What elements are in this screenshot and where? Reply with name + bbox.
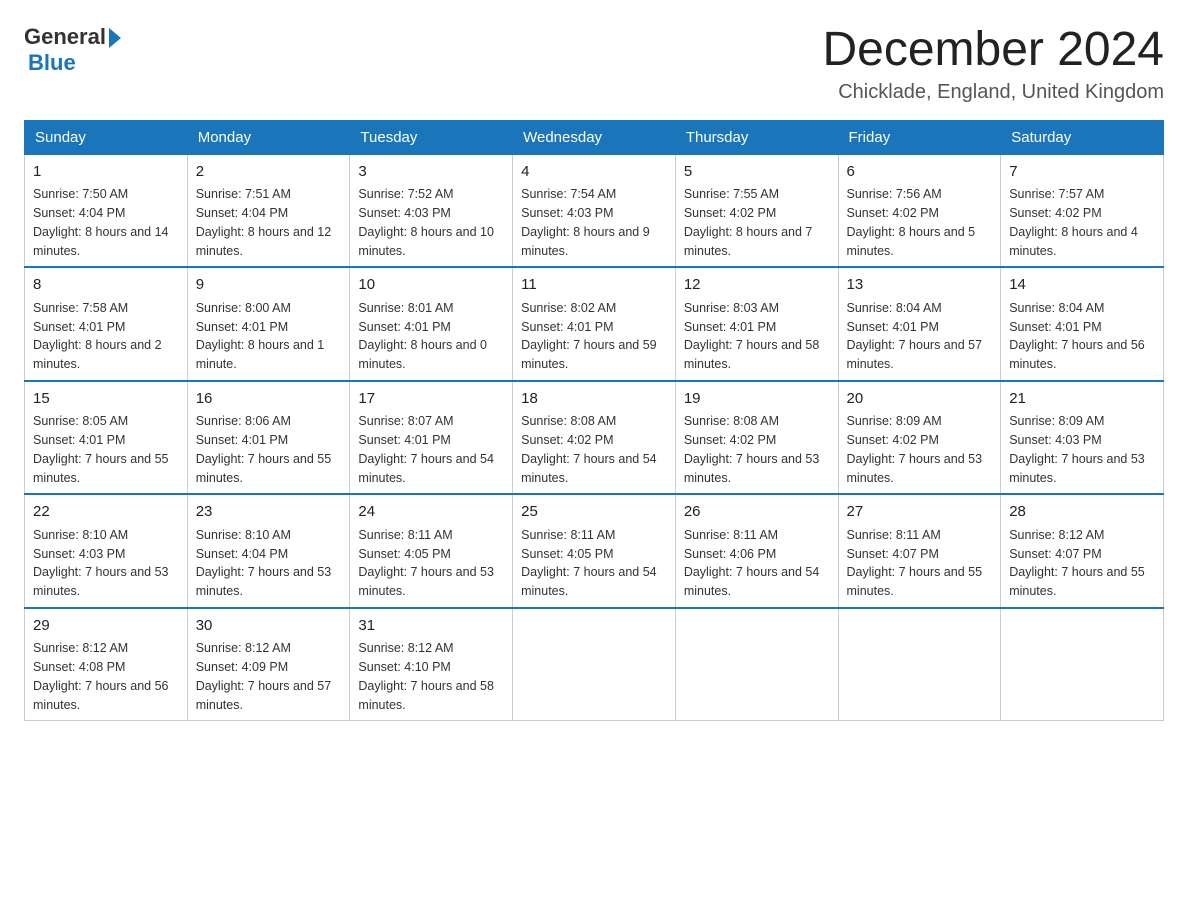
day-number: 7 <box>1009 161 1155 184</box>
table-row: 17Sunrise: 8:07 AMSunset: 4:01 PMDayligh… <box>350 381 513 495</box>
table-row: 28Sunrise: 8:12 AMSunset: 4:07 PMDayligh… <box>1001 494 1164 608</box>
logo-blue-text: Blue <box>28 50 76 76</box>
table-row: 3Sunrise: 7:52 AMSunset: 4:03 PMDaylight… <box>350 154 513 267</box>
col-thursday: Thursday <box>675 120 838 154</box>
day-number: 14 <box>1009 274 1155 297</box>
page-header: General Blue December 2024 Chicklade, En… <box>24 24 1164 104</box>
day-number: 25 <box>521 501 667 524</box>
day-number: 11 <box>521 274 667 297</box>
table-row: 1Sunrise: 7:50 AMSunset: 4:04 PMDaylight… <box>25 154 188 267</box>
day-number: 13 <box>847 274 993 297</box>
col-wednesday: Wednesday <box>513 120 676 154</box>
logo-arrow-icon <box>109 28 121 48</box>
day-number: 16 <box>196 388 342 411</box>
table-row: 30Sunrise: 8:12 AMSunset: 4:09 PMDayligh… <box>187 608 350 721</box>
table-row: 8Sunrise: 7:58 AMSunset: 4:01 PMDaylight… <box>25 267 188 381</box>
calendar-week-row: 15Sunrise: 8:05 AMSunset: 4:01 PMDayligh… <box>25 381 1164 495</box>
day-number: 31 <box>358 615 504 638</box>
table-row: 23Sunrise: 8:10 AMSunset: 4:04 PMDayligh… <box>187 494 350 608</box>
table-row <box>838 608 1001 721</box>
calendar-week-row: 1Sunrise: 7:50 AMSunset: 4:04 PMDaylight… <box>25 154 1164 267</box>
table-row: 9Sunrise: 8:00 AMSunset: 4:01 PMDaylight… <box>187 267 350 381</box>
day-number: 1 <box>33 161 179 184</box>
table-row: 11Sunrise: 8:02 AMSunset: 4:01 PMDayligh… <box>513 267 676 381</box>
col-friday: Friday <box>838 120 1001 154</box>
table-row <box>1001 608 1164 721</box>
table-row: 6Sunrise: 7:56 AMSunset: 4:02 PMDaylight… <box>838 154 1001 267</box>
month-title: December 2024 <box>822 24 1164 77</box>
day-number: 21 <box>1009 388 1155 411</box>
table-row: 14Sunrise: 8:04 AMSunset: 4:01 PMDayligh… <box>1001 267 1164 381</box>
table-row: 16Sunrise: 8:06 AMSunset: 4:01 PMDayligh… <box>187 381 350 495</box>
table-row: 26Sunrise: 8:11 AMSunset: 4:06 PMDayligh… <box>675 494 838 608</box>
day-number: 18 <box>521 388 667 411</box>
day-number: 15 <box>33 388 179 411</box>
table-row <box>675 608 838 721</box>
table-row: 10Sunrise: 8:01 AMSunset: 4:01 PMDayligh… <box>350 267 513 381</box>
day-number: 9 <box>196 274 342 297</box>
table-row: 25Sunrise: 8:11 AMSunset: 4:05 PMDayligh… <box>513 494 676 608</box>
table-row: 13Sunrise: 8:04 AMSunset: 4:01 PMDayligh… <box>838 267 1001 381</box>
table-row: 15Sunrise: 8:05 AMSunset: 4:01 PMDayligh… <box>25 381 188 495</box>
day-number: 29 <box>33 615 179 638</box>
day-number: 28 <box>1009 501 1155 524</box>
col-monday: Monday <box>187 120 350 154</box>
day-number: 24 <box>358 501 504 524</box>
day-number: 6 <box>847 161 993 184</box>
day-number: 10 <box>358 274 504 297</box>
table-row: 2Sunrise: 7:51 AMSunset: 4:04 PMDaylight… <box>187 154 350 267</box>
logo-general-text: General <box>24 24 106 50</box>
calendar-header-row: Sunday Monday Tuesday Wednesday Thursday… <box>25 120 1164 154</box>
day-number: 3 <box>358 161 504 184</box>
day-number: 23 <box>196 501 342 524</box>
calendar-week-row: 29Sunrise: 8:12 AMSunset: 4:08 PMDayligh… <box>25 608 1164 721</box>
table-row: 7Sunrise: 7:57 AMSunset: 4:02 PMDaylight… <box>1001 154 1164 267</box>
title-section: December 2024 Chicklade, England, United… <box>822 24 1164 104</box>
calendar-week-row: 22Sunrise: 8:10 AMSunset: 4:03 PMDayligh… <box>25 494 1164 608</box>
table-row: 22Sunrise: 8:10 AMSunset: 4:03 PMDayligh… <box>25 494 188 608</box>
calendar-table: Sunday Monday Tuesday Wednesday Thursday… <box>24 120 1164 722</box>
calendar-week-row: 8Sunrise: 7:58 AMSunset: 4:01 PMDaylight… <box>25 267 1164 381</box>
day-number: 22 <box>33 501 179 524</box>
table-row: 19Sunrise: 8:08 AMSunset: 4:02 PMDayligh… <box>675 381 838 495</box>
table-row: 29Sunrise: 8:12 AMSunset: 4:08 PMDayligh… <box>25 608 188 721</box>
day-number: 12 <box>684 274 830 297</box>
col-sunday: Sunday <box>25 120 188 154</box>
table-row: 31Sunrise: 8:12 AMSunset: 4:10 PMDayligh… <box>350 608 513 721</box>
day-number: 5 <box>684 161 830 184</box>
table-row: 27Sunrise: 8:11 AMSunset: 4:07 PMDayligh… <box>838 494 1001 608</box>
day-number: 8 <box>33 274 179 297</box>
day-number: 17 <box>358 388 504 411</box>
logo: General Blue <box>24 24 121 76</box>
day-number: 30 <box>196 615 342 638</box>
table-row <box>513 608 676 721</box>
day-number: 27 <box>847 501 993 524</box>
table-row: 24Sunrise: 8:11 AMSunset: 4:05 PMDayligh… <box>350 494 513 608</box>
table-row: 5Sunrise: 7:55 AMSunset: 4:02 PMDaylight… <box>675 154 838 267</box>
day-number: 26 <box>684 501 830 524</box>
table-row: 18Sunrise: 8:08 AMSunset: 4:02 PMDayligh… <box>513 381 676 495</box>
day-number: 20 <box>847 388 993 411</box>
day-number: 19 <box>684 388 830 411</box>
day-number: 4 <box>521 161 667 184</box>
col-saturday: Saturday <box>1001 120 1164 154</box>
location-text: Chicklade, England, United Kingdom <box>822 81 1164 104</box>
table-row: 21Sunrise: 8:09 AMSunset: 4:03 PMDayligh… <box>1001 381 1164 495</box>
table-row: 20Sunrise: 8:09 AMSunset: 4:02 PMDayligh… <box>838 381 1001 495</box>
day-number: 2 <box>196 161 342 184</box>
col-tuesday: Tuesday <box>350 120 513 154</box>
table-row: 4Sunrise: 7:54 AMSunset: 4:03 PMDaylight… <box>513 154 676 267</box>
table-row: 12Sunrise: 8:03 AMSunset: 4:01 PMDayligh… <box>675 267 838 381</box>
